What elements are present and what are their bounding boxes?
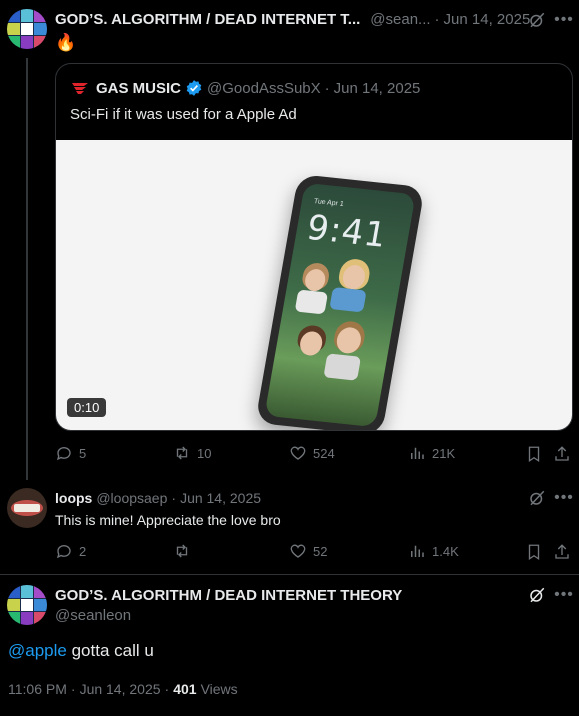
divider (0, 574, 579, 575)
post-body: gotta call u (66, 641, 154, 660)
like-count: 524 (313, 445, 335, 461)
reply-text: This is mine! Appreciate the love bro (55, 512, 281, 528)
post-date[interactable]: Jun 14, 2025 (80, 681, 161, 697)
like-button[interactable]: 524 (289, 444, 335, 462)
like-count: 52 (313, 543, 328, 559)
share-icon[interactable] (552, 542, 572, 562)
bookmark-icon[interactable] (524, 542, 544, 562)
post-text: @apple gotta call u (8, 641, 154, 661)
avatar[interactable] (7, 585, 47, 625)
more-options-icon[interactable]: ••• (554, 585, 574, 605)
reply-button[interactable]: 5 (55, 444, 86, 462)
separator-dot: · (434, 11, 440, 28)
views-count: 401 (173, 681, 197, 697)
separator-dot: · (171, 490, 177, 506)
bookmark-icon[interactable] (524, 444, 544, 464)
more-options-icon[interactable]: ••• (554, 10, 574, 30)
reply-icon (56, 447, 71, 461)
quote-date[interactable]: Jun 14, 2025 (334, 80, 421, 97)
author-name[interactable]: loops (55, 490, 92, 506)
quoted-post[interactable]: GAS MUSIC @GoodAssSubX · Jun 14, 2025 Sc… (55, 63, 573, 431)
post-header: GOD’S. ALGORITHM / DEAD INTERNET T... @s… (55, 11, 530, 28)
post-metadata: 11:06 PM · Jun 14, 2025 · 401 Views (8, 681, 238, 697)
reply-icon (56, 545, 71, 559)
repost-icon (176, 446, 188, 460)
quote-author-name[interactable]: GAS MUSIC (96, 80, 181, 97)
avatar[interactable] (7, 488, 47, 528)
views-icon (411, 545, 424, 557)
quote-author-handle[interactable]: @GoodAssSubX (207, 80, 321, 97)
views-count: 1.4K (432, 543, 459, 559)
thread-connector (26, 58, 28, 480)
separator-dot: · (164, 681, 170, 697)
phone-image: Tue Apr 1 9:41 (255, 173, 425, 430)
separator-dot: · (70, 681, 76, 697)
views-count: 21K (432, 445, 456, 461)
views-button[interactable]: 1.4K (408, 542, 459, 560)
reply-count: 5 (79, 445, 87, 461)
author-name[interactable]: GOD’S. ALGORITHM / DEAD INTERNET THEORY (55, 587, 402, 604)
quote-text: Sci-Fi if it was used for a Apple Ad (70, 106, 297, 123)
views-label: Views (200, 681, 238, 697)
views-button[interactable]: 21K (408, 444, 455, 462)
grok-icon[interactable] (527, 585, 547, 605)
like-button[interactable]: 52 (289, 542, 327, 560)
phone-time: 9:41 (303, 207, 391, 256)
quote-header: GAS MUSIC @GoodAssSubX · Jun 14, 2025 (70, 79, 420, 97)
post-time[interactable]: 11:06 PM (8, 681, 67, 697)
reply-button[interactable]: 2 (55, 542, 86, 560)
video-duration: 0:10 (67, 398, 107, 417)
phone-date: Tue Apr 1 (313, 197, 345, 209)
more-options-icon[interactable]: ••• (554, 488, 574, 508)
post-text: 🔥 (55, 33, 77, 52)
verified-badge-icon (185, 79, 203, 97)
grok-icon[interactable] (527, 10, 547, 30)
grok-icon[interactable] (527, 488, 547, 508)
post-date[interactable]: Jun 14, 2025 (180, 490, 261, 506)
repost-button[interactable]: 10 (173, 444, 211, 462)
author-handle[interactable]: @sean... (370, 11, 430, 28)
repost-count: 10 (197, 445, 212, 461)
views-icon (411, 447, 424, 459)
mention-link[interactable]: @apple (8, 641, 67, 660)
repost-button[interactable] (173, 542, 197, 560)
repost-icon (176, 544, 188, 558)
avatar[interactable] (7, 9, 47, 49)
post-date[interactable]: Jun 14, 2025 (444, 11, 531, 28)
share-icon[interactable] (552, 444, 572, 464)
heart-icon (290, 446, 306, 460)
author-handle[interactable]: @seanleon (55, 607, 131, 624)
author-handle[interactable]: @loopsaep (96, 490, 167, 506)
separator-dot: · (324, 79, 330, 97)
reply-header: loops @loopsaep · Jun 14, 2025 (55, 490, 261, 506)
heart-icon (290, 544, 306, 558)
video-player[interactable]: Tue Apr 1 9:41 0:10 (56, 140, 572, 430)
gas-logo-icon (70, 81, 90, 95)
reply-count: 2 (79, 543, 87, 559)
author-name[interactable]: GOD’S. ALGORITHM / DEAD INTERNET T... (55, 11, 360, 28)
